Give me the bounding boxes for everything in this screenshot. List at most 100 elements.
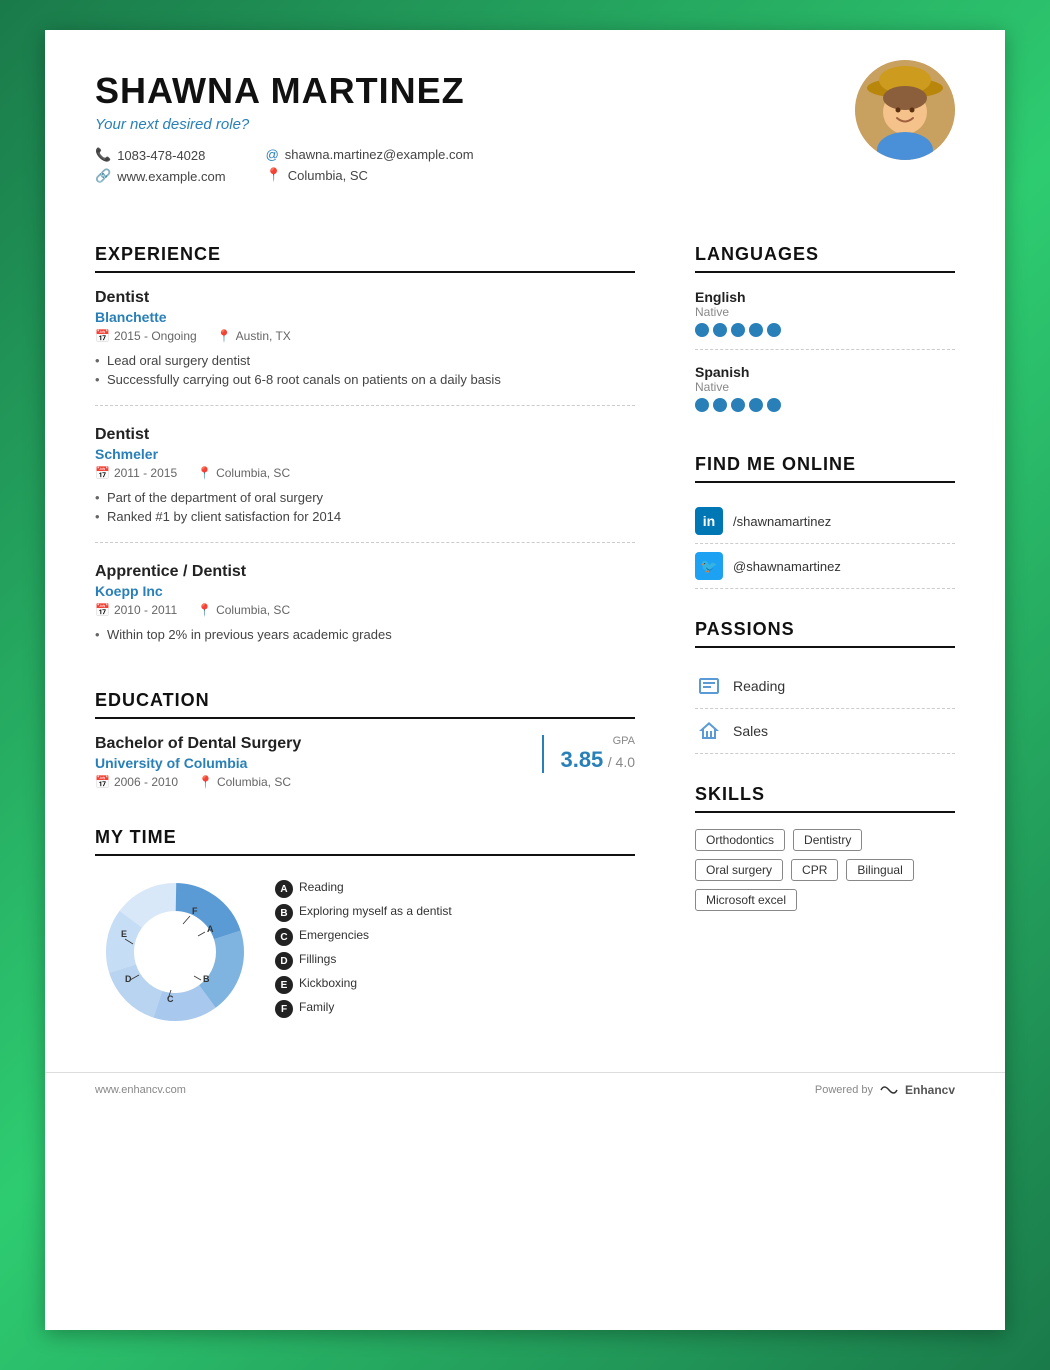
legend-label-c: Emergencies <box>299 928 369 942</box>
linkedin-icon: in <box>695 507 723 535</box>
phone-icon: 📞 <box>95 147 111 163</box>
edu-gpa: GPA 3.85 / 4.0 <box>542 735 635 773</box>
legend-label-f: Family <box>299 1000 334 1014</box>
dot-s2 <box>713 398 727 412</box>
skill-cpr: CPR <box>791 859 838 881</box>
legend-label-a: Reading <box>299 880 344 894</box>
lang-entry-english: English Native <box>695 289 955 350</box>
legend-item-c: C Emergencies <box>275 928 635 946</box>
website-item: 🔗 www.example.com <box>95 168 226 184</box>
resume-container: SHAWNA MARTINEZ Your next desired role? … <box>45 30 1005 1330</box>
exp-title-1: Dentist <box>95 289 635 307</box>
skills-container: Orthodontics Dentistry Oral surgery CPR … <box>695 829 955 911</box>
location-icon: 📍 <box>266 167 282 183</box>
twitter-icon: 🐦 <box>695 552 723 580</box>
gpa-max: / 4.0 <box>608 754 635 770</box>
svg-text:A: A <box>207 924 214 934</box>
edu-dates: 📅 2006 - 2010 <box>95 775 178 789</box>
languages-section: LANGUAGES English Native Spanish Native <box>695 244 955 424</box>
location-item: 📍 Columbia, SC <box>266 167 474 183</box>
time-legend: A Reading B Exploring myself as a dentis… <box>275 880 635 1024</box>
exp-meta-3: 📅 2010 - 2011 📍 Columbia, SC <box>95 603 635 617</box>
lang-name-spanish: Spanish <box>695 364 955 380</box>
exp-dates-1: 📅 2015 - Ongoing <box>95 329 197 343</box>
edu-location: 📍 Columbia, SC <box>198 775 291 789</box>
legend-letter-c: C <box>275 928 293 946</box>
location-text: Columbia, SC <box>288 168 368 183</box>
passion-reading: Reading <box>695 664 955 709</box>
exp-title-2: Dentist <box>95 426 635 444</box>
pin-icon-edu: 📍 <box>198 775 213 789</box>
brand-name: Enhancv <box>905 1083 955 1097</box>
bullet-1-1: Lead oral surgery dentist <box>95 351 635 370</box>
footer-right: Powered by Enhancv <box>815 1083 955 1097</box>
exp-location-3: 📍 Columbia, SC <box>197 603 290 617</box>
legend-item-f: F Family <box>275 1000 635 1018</box>
exp-entry-2: Dentist Schmeler 📅 2011 - 2015 📍 Columbi… <box>95 426 635 543</box>
pin-icon-3: 📍 <box>197 603 212 617</box>
my-time-section: MY TIME <box>95 827 635 1032</box>
bullet-2-1: Part of the department of oral surgery <box>95 488 635 507</box>
edu-meta: 📅 2006 - 2010 📍 Columbia, SC <box>95 775 301 789</box>
website-icon: 🔗 <box>95 168 111 184</box>
my-time-content: F A B C D E <box>95 872 635 1032</box>
contact-right: @ shawna.martinez@example.com 📍 Columbia… <box>266 147 474 184</box>
skill-microsoft-excel: Microsoft excel <box>695 889 797 911</box>
bullet-2-2: Ranked #1 by client satisfaction for 201… <box>95 507 635 526</box>
email-item: @ shawna.martinez@example.com <box>266 147 474 162</box>
contact-left: 📞 1083-478-4028 🔗 www.example.com <box>95 147 226 184</box>
sales-icon <box>695 717 723 745</box>
twitter-item[interactable]: 🐦 @shawnamartinez <box>695 544 955 589</box>
legend-letter-a: A <box>275 880 293 898</box>
skills-title: SKILLS <box>695 784 955 813</box>
avatar <box>855 60 955 160</box>
twitter-handle: @shawnamartinez <box>733 559 841 574</box>
exp-bullets-1: Lead oral surgery dentist Successfully c… <box>95 351 635 389</box>
svg-text:F: F <box>192 906 198 916</box>
languages-title: LANGUAGES <box>695 244 955 273</box>
lang-level-spanish: Native <box>695 380 955 394</box>
experience-title: EXPERIENCE <box>95 244 635 273</box>
donut-chart: F A B C D E <box>95 872 255 1032</box>
passion-sales-label: Sales <box>733 723 768 739</box>
skills-section: SKILLS Orthodontics Dentistry Oral surge… <box>695 784 955 911</box>
legend-label-b: Exploring myself as a dentist <box>299 904 452 918</box>
email-address: shawna.martinez@example.com <box>285 147 474 162</box>
find-me-online-section: FIND ME ONLINE in /shawnamartinez 🐦 @sha… <box>695 454 955 589</box>
legend-letter-e: E <box>275 976 293 994</box>
exp-title-3: Apprentice / Dentist <box>95 563 635 581</box>
calendar-icon-3: 📅 <box>95 603 110 617</box>
exp-location-1: 📍 Austin, TX <box>217 329 291 343</box>
email-icon: @ <box>266 147 279 162</box>
svg-text:E: E <box>121 929 127 939</box>
dot-s3 <box>731 398 745 412</box>
dot-s1 <box>695 398 709 412</box>
passion-reading-label: Reading <box>733 678 785 694</box>
svg-text:D: D <box>125 974 132 984</box>
dot-s4 <box>749 398 763 412</box>
pin-icon-1: 📍 <box>217 329 232 343</box>
gpa-label: GPA <box>560 735 635 747</box>
exp-meta-2: 📅 2011 - 2015 📍 Columbia, SC <box>95 466 635 480</box>
edu-school: University of Columbia <box>95 755 301 771</box>
passions-section: PASSIONS Reading Sales <box>695 619 955 754</box>
candidate-name: SHAWNA MARTINEZ <box>95 70 955 112</box>
calendar-icon-1: 📅 <box>95 329 110 343</box>
legend-letter-d: D <box>275 952 293 970</box>
my-time-title: MY TIME <box>95 827 635 856</box>
exp-company-1: Blanchette <box>95 309 635 325</box>
phone-item: 📞 1083-478-4028 <box>95 147 226 163</box>
lang-dots-english <box>695 323 955 337</box>
lang-name-english: English <box>695 289 955 305</box>
education-title: EDUCATION <box>95 690 635 719</box>
dot-e4 <box>749 323 763 337</box>
edu-entry: Bachelor of Dental Surgery University of… <box>95 735 635 797</box>
linkedin-handle: /shawnamartinez <box>733 514 831 529</box>
header-section: SHAWNA MARTINEZ Your next desired role? … <box>45 30 1005 214</box>
svg-text:B: B <box>203 974 210 984</box>
calendar-icon-edu: 📅 <box>95 775 110 789</box>
right-column: LANGUAGES English Native Spanish Native <box>675 214 955 1032</box>
footer: www.enhancv.com Powered by Enhancv <box>45 1072 1005 1107</box>
linkedin-item[interactable]: in /shawnamartinez <box>695 499 955 544</box>
edu-left: Bachelor of Dental Surgery University of… <box>95 735 301 797</box>
